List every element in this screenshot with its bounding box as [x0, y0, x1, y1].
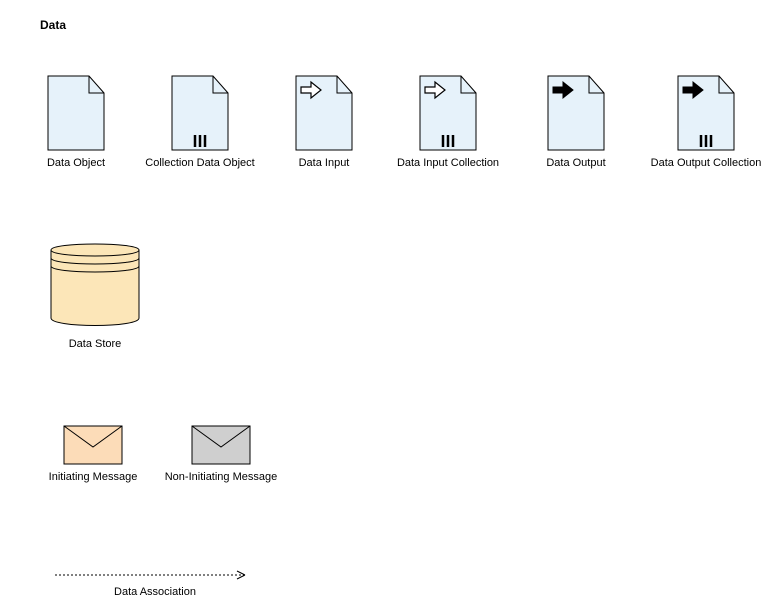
section-title: Data [40, 18, 66, 32]
initiating-message-label: Initiating Message [33, 471, 153, 485]
collection-data-object-item: Collection Data Object [140, 75, 260, 171]
data-output-item: Data Output [516, 75, 636, 171]
non-initiating-message-icon [191, 425, 251, 465]
non-initiating-message-label: Non-Initiating Message [161, 471, 281, 485]
data-store-icon [47, 236, 143, 332]
data-store-item: Data Store [35, 236, 155, 352]
data-association-item: Data Association [55, 570, 255, 600]
data-object-icon [47, 75, 105, 151]
data-input-label: Data Input [264, 157, 384, 171]
initiating-message-item: Initiating Message [33, 425, 153, 485]
data-output-collection-label: Data Output Collection [646, 157, 766, 171]
non-initiating-message-item: Non-Initiating Message [161, 425, 281, 485]
data-output-collection-icon [677, 75, 735, 151]
data-input-icon [295, 75, 353, 151]
data-object-item: Data Object [16, 75, 136, 171]
data-input-collection-item: Data Input Collection [388, 75, 508, 171]
data-association-arrow-icon [55, 570, 255, 580]
data-input-collection-label: Data Input Collection [388, 157, 508, 171]
data-input-item: Data Input [264, 75, 384, 171]
collection-data-object-label: Collection Data Object [140, 157, 260, 171]
data-object-label: Data Object [16, 157, 136, 171]
collection-data-object-icon [171, 75, 229, 151]
data-output-collection-item: Data Output Collection [646, 75, 766, 171]
data-output-icon [547, 75, 605, 151]
data-output-label: Data Output [516, 157, 636, 171]
data-association-label: Data Association [55, 586, 255, 600]
initiating-message-icon [63, 425, 123, 465]
data-input-collection-icon [419, 75, 477, 151]
data-store-label: Data Store [35, 338, 155, 352]
